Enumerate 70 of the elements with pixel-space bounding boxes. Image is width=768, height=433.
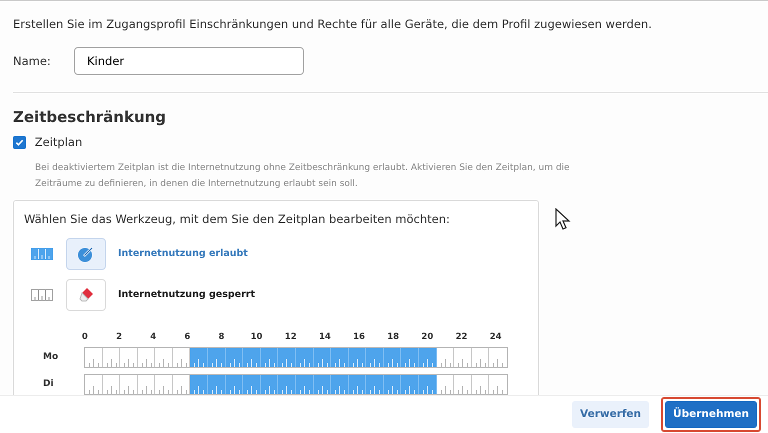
- hour-cell[interactable]: [401, 374, 419, 394]
- hour-cell[interactable]: [226, 374, 244, 394]
- day-label: Di: [42, 378, 55, 391]
- hour-label: 6: [184, 331, 190, 344]
- hour-cell[interactable]: [260, 348, 278, 367]
- hour-label: 16: [353, 331, 365, 344]
- hour-cell[interactable]: [348, 374, 366, 394]
- hour-cell[interactable]: [436, 374, 454, 394]
- hour-cell[interactable]: [418, 374, 437, 394]
- hour-cell[interactable]: [296, 348, 314, 367]
- swatch-icon: [31, 289, 53, 302]
- card-title: Wählen Sie das Werkzeug, mit dem Sie den Zeitplan bearbeiten möchten:: [24, 210, 451, 228]
- hour-cell[interactable]: [243, 348, 261, 367]
- hour-label: 12: [284, 331, 297, 344]
- tool-label: Internetnutzung gesperrt: [118, 288, 255, 302]
- hour-cell[interactable]: [190, 348, 208, 367]
- description-text: Bei deaktiviertem Zeitplan ist die Internetnutzung ohne Zeitbeschränkung erlaubt. Aktivieren Sie den Zeitplan, um die Zeiträume zu definieren, in denen die Internetnutzung erlaubt sein soll.: [35, 162, 571, 191]
- hour-label: 14: [318, 331, 331, 344]
- section-title: Zeitbeschränkung: [13, 108, 168, 126]
- hour-cell[interactable]: [331, 374, 349, 394]
- field-label: Name:: [13, 52, 52, 70]
- hour-cell[interactable]: [384, 374, 402, 394]
- tool-label: Internetnutzung erlaubt: [118, 247, 248, 261]
- hour-cell[interactable]: [296, 374, 314, 394]
- hour-cell[interactable]: [348, 348, 366, 367]
- hour-cell[interactable]: [314, 348, 332, 367]
- hour-cell[interactable]: [366, 348, 384, 367]
- pencil-target-icon: [77, 245, 95, 264]
- checkbox-label: Zeitplan: [34, 134, 82, 152]
- hour-cell[interactable]: [366, 374, 384, 394]
- hour-cell[interactable]: [418, 348, 437, 367]
- hour-cell[interactable]: [226, 348, 244, 367]
- hour-label: 18: [387, 331, 400, 344]
- hour-cell[interactable]: [314, 374, 332, 394]
- hour-cell[interactable]: [472, 374, 490, 394]
- apply-button[interactable]: Übernehmen: [665, 400, 757, 428]
- hour-cell[interactable]: [278, 348, 296, 367]
- hour-label: 20: [421, 331, 434, 344]
- hour-cell[interactable]: [401, 348, 419, 367]
- pencil-tool-button[interactable]: [66, 238, 106, 270]
- hour-cell[interactable]: [138, 348, 156, 367]
- hour-label: 4: [150, 331, 156, 344]
- hour-cell[interactable]: [208, 374, 226, 394]
- hour-label: 8: [218, 331, 224, 344]
- hour-label: 24: [490, 331, 502, 344]
- checkbox[interactable]: [13, 136, 26, 150]
- hour-cell[interactable]: [260, 374, 278, 394]
- hour-cell[interactable]: [436, 348, 454, 367]
- hour-cell[interactable]: [243, 374, 261, 394]
- hour-cell[interactable]: [384, 348, 402, 367]
- hour-label: 2: [116, 331, 122, 344]
- discard-button[interactable]: Verwerfen: [572, 400, 650, 428]
- mouse-pointer-icon: [555, 208, 571, 230]
- hour-label: 0: [82, 331, 88, 344]
- swatch-icon: [31, 248, 53, 260]
- hour-label: 10: [250, 331, 262, 344]
- name-field[interactable]: Kinder: [74, 47, 304, 76]
- eraser-icon: [77, 286, 95, 304]
- hour-cell[interactable]: [102, 348, 120, 367]
- hour-label: 22: [456, 331, 468, 344]
- hour-cell[interactable]: [190, 374, 208, 394]
- hour-cell[interactable]: [472, 348, 490, 367]
- hour-cell[interactable]: [138, 374, 156, 394]
- hour-cell[interactable]: [278, 374, 296, 394]
- hour-cell[interactable]: [102, 374, 120, 394]
- eraser-tool-button[interactable]: [66, 279, 106, 312]
- intro-text: Erstellen Sie im Zugangsprofil Einschränkungen und Rechte für alle Geräte, die dem Profil zugewiesen werden.: [13, 16, 653, 33]
- hour-cell[interactable]: [208, 348, 226, 367]
- day-label: Mo: [42, 350, 60, 364]
- hour-cell[interactable]: [331, 348, 349, 367]
